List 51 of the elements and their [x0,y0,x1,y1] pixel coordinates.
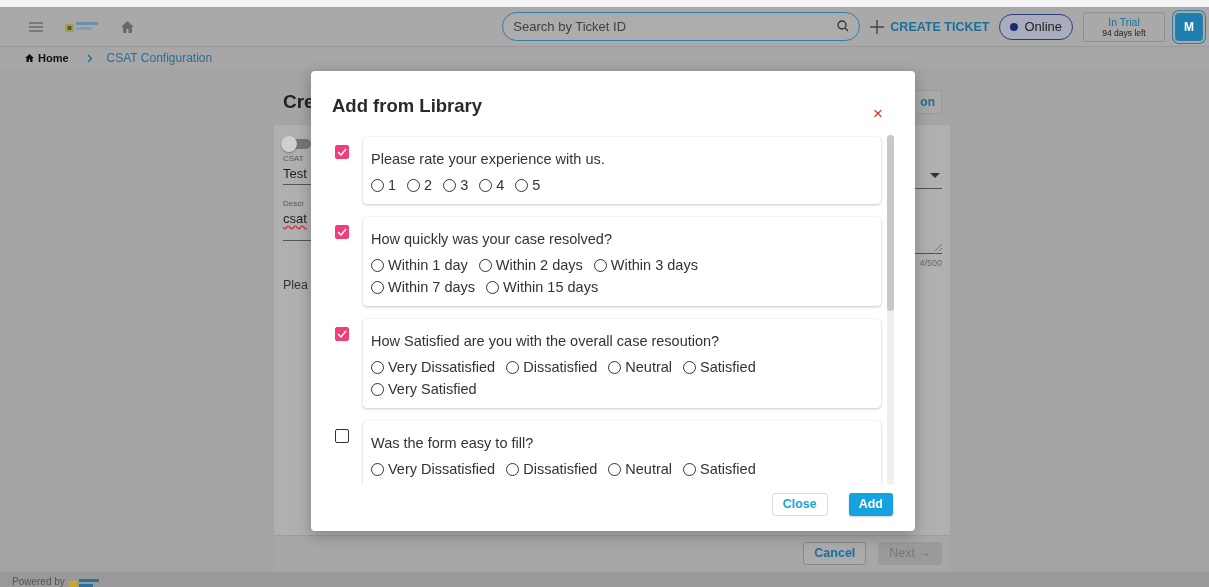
radio-option[interactable]: Neutral [608,459,673,480]
toggle-switch[interactable] [283,139,311,149]
plus-icon [870,19,885,34]
radio-option[interactable]: Within 7 days [371,277,476,298]
radio-option[interactable]: 3 [443,175,469,196]
logo-icon [68,579,99,587]
radio-option[interactable]: Within 3 days [593,255,698,276]
status-button[interactable]: Online [999,13,1073,40]
caret-icon[interactable] [930,173,940,178]
char-counter: 4/500 [919,258,942,268]
field-label: CSAT [283,154,305,163]
radio-option[interactable]: Satisfied [683,357,756,378]
search-icon[interactable] [837,20,850,32]
field-label: Descr [283,199,305,208]
search-field[interactable]: Search by Ticket ID [502,12,861,41]
radio-option[interactable]: Dissatisfied [506,357,598,378]
radio-option[interactable]: Very Satisfied [371,379,477,400]
resize-icon [935,244,942,251]
logo-icon [65,20,99,33]
question-text: How Satisfied are you with the overall case resoution? [371,332,721,351]
radio-option[interactable]: Within 2 days [478,255,583,276]
dialog-title: Add from Library [332,95,483,118]
checkbox[interactable] [335,145,349,159]
powered-by-text: Powered by [12,576,65,587]
checkbox[interactable] [335,429,349,443]
radio-option[interactable]: Within 15 days [486,277,599,298]
radio-option[interactable]: 1 [371,175,397,196]
checkbox[interactable] [335,225,349,239]
close-button[interactable]: × [869,103,887,125]
radio-option[interactable]: 2 [407,175,433,196]
radio-option[interactable]: Neutral [608,357,673,378]
chevron-icon [86,53,93,63]
trial-title: In Trial [1108,15,1140,28]
radio-option[interactable]: Very Dissatisfied [371,459,496,480]
scrollbar-thumb[interactable] [887,135,894,311]
breadcrumb-link[interactable]: Home [38,52,69,64]
radio-option[interactable]: Within 1 day [371,255,468,276]
radio-option[interactable]: Dissatisfied [506,459,598,480]
prompt-text: Plea [283,278,310,292]
home-icon [25,54,34,62]
question-text: Was the form easy to fill? [371,434,535,453]
question-text: Please rate your experience with us. [371,150,606,169]
radio-option[interactable]: Very Dissatisfied [371,357,496,378]
radio-option[interactable]: 4 [479,175,505,196]
radio-option[interactable]: Satisfied [683,459,756,480]
home-icon[interactable] [121,20,134,33]
checkbox[interactable] [335,327,349,341]
avatar-button[interactable]: M [1175,12,1203,41]
radio-option[interactable]: 5 [515,175,541,196]
trial-days: 94 days left [1102,27,1146,38]
question-text: How quickly was your case resolved? [371,230,613,249]
